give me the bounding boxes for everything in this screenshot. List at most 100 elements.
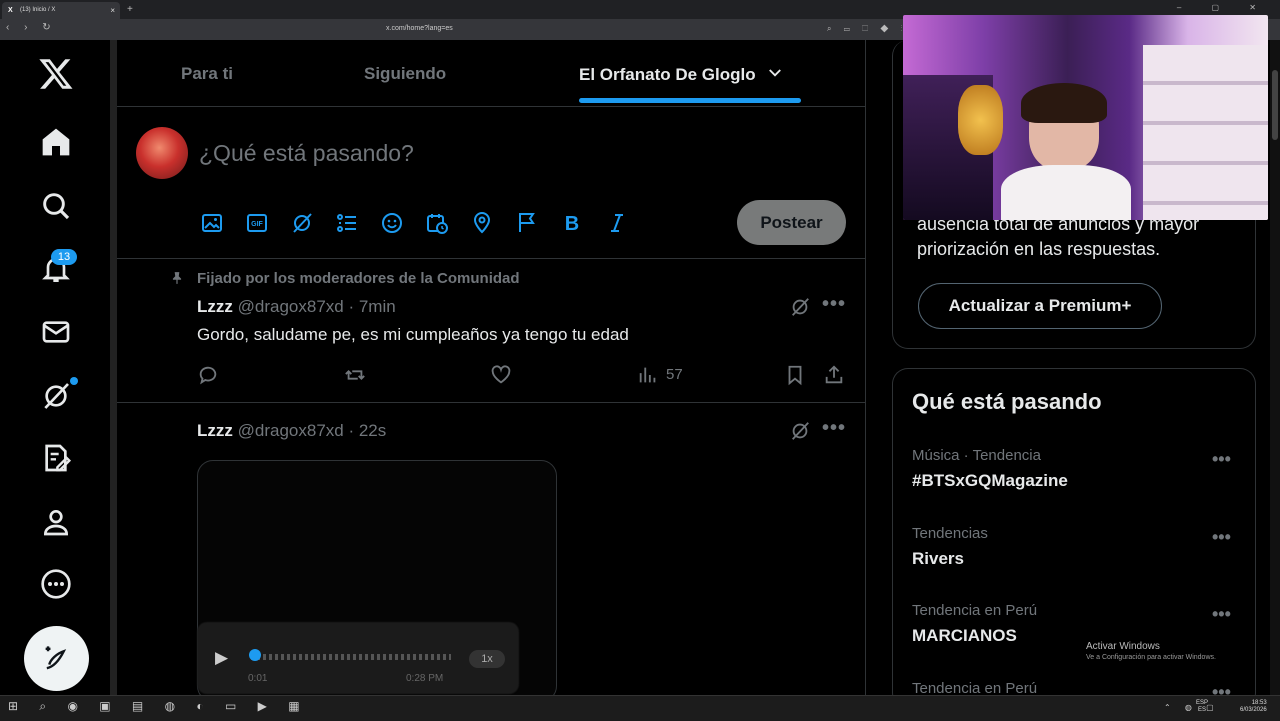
active-tab-indicator <box>579 98 801 103</box>
playback-speed[interactable]: 1x <box>469 650 505 668</box>
trend-name[interactable]: MARCIANOS <box>912 626 1017 646</box>
trends-title: Qué está pasando <box>912 389 1102 414</box>
browser-nav-buttons[interactable]: ‹ › ↻ <box>6 22 57 33</box>
audio-elapsed: 0:01 <box>248 673 268 684</box>
golden-figure <box>958 85 1003 155</box>
premium-icon[interactable] <box>40 442 72 474</box>
person-hair <box>1021 83 1107 123</box>
author-name[interactable]: Lzzz <box>197 421 233 440</box>
reply-icon[interactable] <box>197 364 219 386</box>
location-icon[interactable] <box>470 211 494 235</box>
bookmark-icon[interactable] <box>784 364 806 386</box>
grok-icon[interactable] <box>789 296 811 318</box>
pinned-label: Fijado por los moderadores de la Comunid… <box>197 270 520 287</box>
language-code: ESP <box>1196 700 1209 706</box>
grok-icon[interactable] <box>789 420 811 442</box>
author-handle-time[interactable]: @dragox87xd · 22s <box>238 421 387 440</box>
trend-context[interactable]: Tendencias <box>912 525 988 542</box>
pin-icon <box>170 271 184 285</box>
trend-context[interactable]: Tendencia en Perú <box>912 602 1037 619</box>
window-controls[interactable]: – ▢ ✕ <box>1177 3 1270 12</box>
search-icon[interactable] <box>40 190 72 222</box>
webcam-overlay <box>903 15 1268 220</box>
author-name[interactable]: Lzzz <box>197 297 233 316</box>
grok-icon[interactable] <box>40 380 72 412</box>
language-indicator[interactable]: ESP ES <box>1196 700 1208 714</box>
clock-time: 18:53 <box>1251 700 1267 706</box>
image-icon[interactable] <box>200 211 224 235</box>
shelf-shape <box>1143 45 1268 220</box>
browser-tab[interactable]: X (13) Inicio / X × <box>2 2 120 19</box>
x-logo-icon[interactable] <box>38 56 74 92</box>
trend-more-icon[interactable]: ••• <box>1212 527 1231 548</box>
profile-icon[interactable] <box>40 506 72 538</box>
page-scrollbar[interactable] <box>1270 40 1280 695</box>
divider <box>117 258 865 259</box>
more-options-icon[interactable]: ••• <box>822 417 846 440</box>
windows-activation-title: Activar Windows <box>1086 641 1160 652</box>
tab-for-you[interactable]: Para ti <box>181 64 233 84</box>
address-bar-icons[interactable]: ⌕ ▭ ⬚ ◆ ⋮ <box>827 24 908 34</box>
more-options-icon[interactable]: ••• <box>822 293 846 316</box>
author-handle-time[interactable]: @dragox87xd · 7min <box>238 297 396 316</box>
poll-icon[interactable] <box>335 211 359 235</box>
tweet-author[interactable]: Lzzz @dragox87xd · 22s <box>197 421 386 441</box>
bold-icon[interactable]: B <box>560 211 584 235</box>
upgrade-premium-button[interactable]: Actualizar a Premium+ <box>918 283 1162 329</box>
share-icon[interactable] <box>823 364 845 386</box>
svg-text:GIF: GIF <box>251 221 263 228</box>
scrollbar-thumb[interactable] <box>1272 70 1278 140</box>
browser-tab-title: (13) Inicio / X <box>20 7 56 13</box>
audio-progress-handle[interactable] <box>249 649 261 661</box>
trend-name[interactable]: Rivers <box>912 549 964 569</box>
mail-icon[interactable] <box>40 316 72 348</box>
divider <box>117 106 865 107</box>
main-timeline: Para ti Siguiendo El Orfanato De Gloglo … <box>117 40 866 702</box>
schedule-icon[interactable] <box>425 211 449 235</box>
post-button[interactable]: Postear <box>737 200 846 245</box>
views-icon[interactable] <box>637 364 659 386</box>
trend-context[interactable]: Música · Tendencia <box>912 447 1041 464</box>
tab-community-label: El Orfanato De Gloglo <box>579 65 756 84</box>
trend-more-icon[interactable]: ••• <box>1212 604 1231 625</box>
tab-following[interactable]: Siguiendo <box>364 64 446 84</box>
trend-name[interactable]: #BTSxGQMagazine <box>912 471 1068 491</box>
play-icon[interactable]: ▶ <box>215 648 228 668</box>
compose-button[interactable] <box>24 626 89 691</box>
grok-unread-dot <box>70 377 78 385</box>
chevron-down-icon <box>769 69 782 77</box>
grok-icon[interactable] <box>290 211 314 235</box>
clock[interactable]: 18:53 6/03/2026 <box>1240 700 1267 714</box>
taskbar-apps[interactable]: ⊞ ⌕ ◉ ▣ ▤ ◍ ◐ ▭ ▶ ▦ <box>8 699 309 714</box>
close-tab-icon[interactable]: × <box>110 2 115 19</box>
views-count: 57 <box>666 366 683 383</box>
trend-more-icon[interactable]: ••• <box>1212 449 1231 470</box>
tab-community[interactable]: El Orfanato De Gloglo <box>579 64 784 85</box>
keyboard-layout: ES <box>1198 707 1207 713</box>
x-favicon-icon: X <box>8 7 13 14</box>
person-shirt <box>1001 165 1131 220</box>
compose-input[interactable]: ¿Qué está pasando? <box>199 140 414 167</box>
system-tray[interactable]: ⌃ ◍ ▢ <box>1164 703 1220 712</box>
divider <box>117 402 865 403</box>
sidebar-scrollbar[interactable] <box>110 40 117 695</box>
clock-date: 6/03/2026 <box>1240 707 1267 713</box>
notification-count-badge: 13 <box>51 249 77 265</box>
italic-icon[interactable] <box>605 211 629 235</box>
repost-icon[interactable] <box>344 364 366 386</box>
home-icon[interactable] <box>40 126 72 158</box>
main-scrollbar[interactable] <box>866 40 880 695</box>
new-tab-button[interactable]: + <box>127 2 133 17</box>
url-field[interactable]: x.com/home?lang=es <box>386 25 453 32</box>
tweet-text: Gordo, saludame pe, es mi cumpleaños ya … <box>197 325 629 344</box>
flag-icon[interactable] <box>515 211 539 235</box>
emoji-icon[interactable] <box>380 211 404 235</box>
avatar[interactable] <box>136 127 188 179</box>
left-nav <box>0 40 110 695</box>
gif-icon[interactable]: GIF <box>245 211 269 235</box>
like-icon[interactable] <box>490 364 512 386</box>
audio-waveform[interactable] <box>251 654 451 660</box>
tweet-author[interactable]: Lzzz @dragox87xd · 7min <box>197 297 396 317</box>
svg-text:B: B <box>565 213 579 235</box>
more-icon[interactable] <box>40 568 72 600</box>
